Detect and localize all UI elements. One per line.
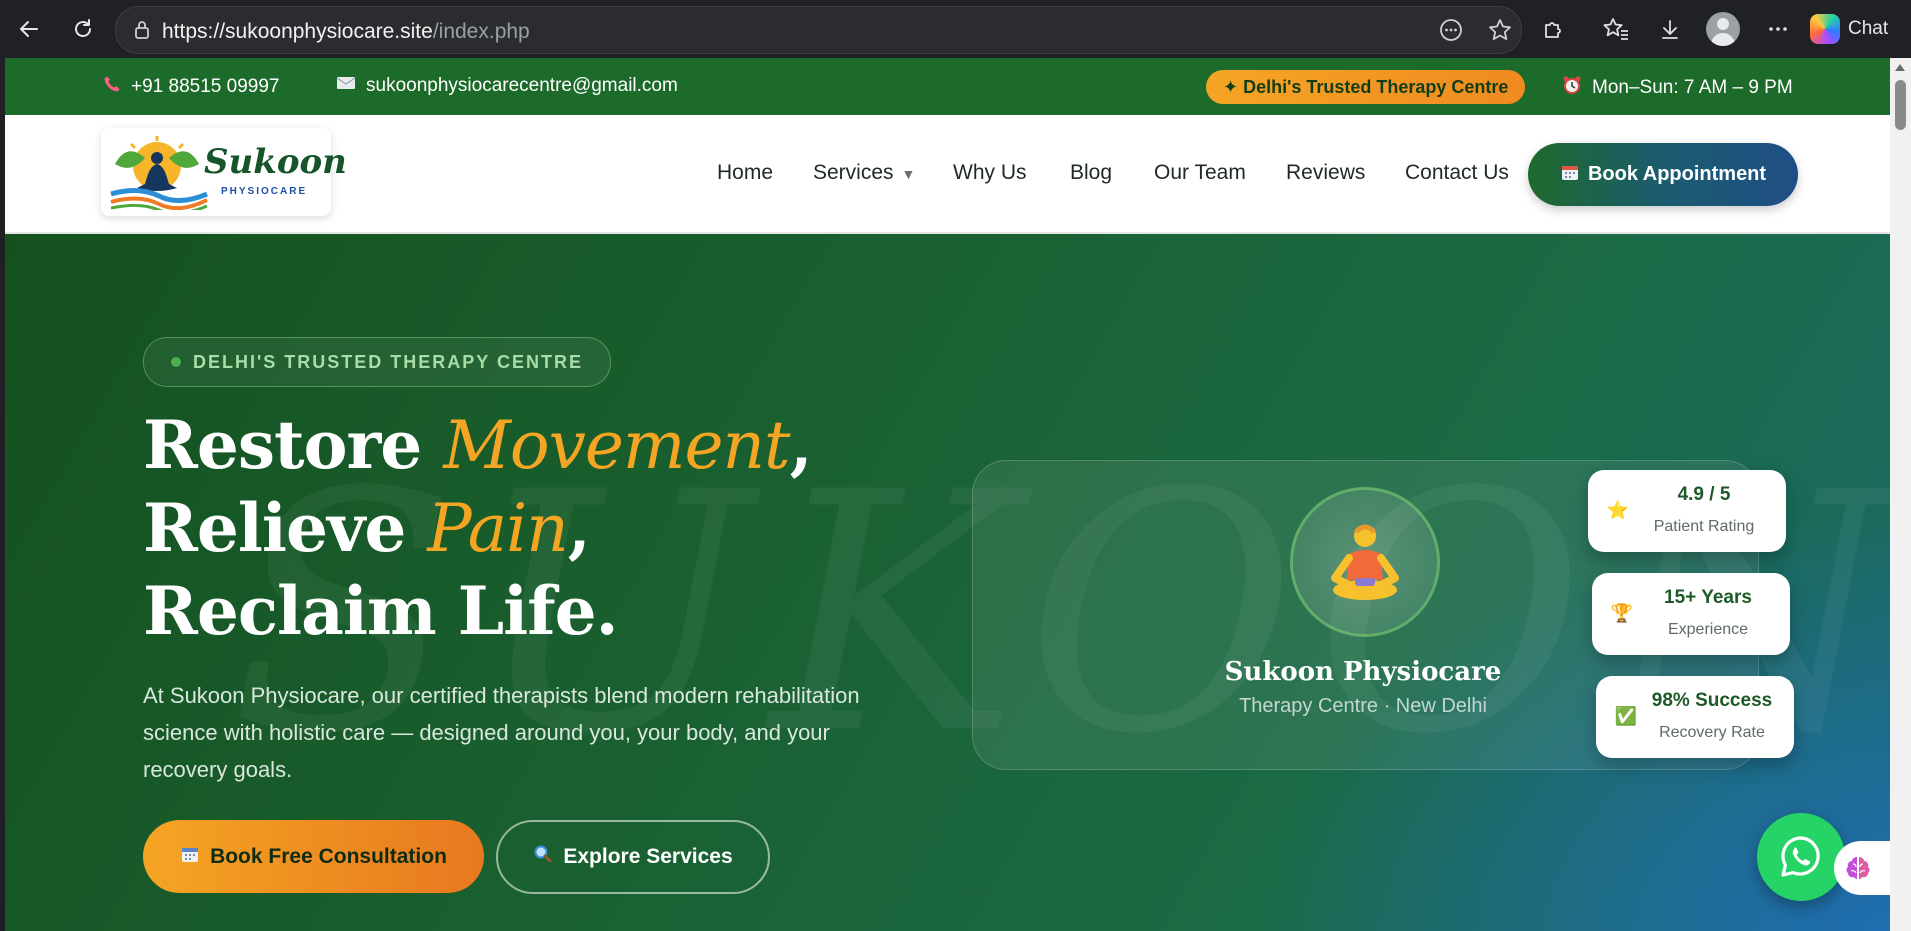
book-appointment-label: Book Appointment: [1587, 163, 1767, 185]
site-info-lock-icon[interactable]: [130, 18, 154, 42]
brain-icon: [1846, 857, 1870, 879]
scroll-up-arrow-icon[interactable]: [1895, 64, 1905, 71]
headline-text: Relieve: [143, 489, 428, 567]
back-arrow-icon[interactable]: [12, 12, 46, 46]
nav-blog[interactable]: Blog: [1070, 161, 1112, 185]
stat-card-experience: 🏆 15+ Years Experience: [1592, 573, 1790, 655]
favorite-star-icon[interactable]: [1485, 15, 1515, 45]
stat-value: 15+ Years: [1664, 587, 1752, 608]
hours-text: Mon–Sun: 7 AM – 9 PM: [1592, 77, 1793, 98]
whatsapp-chat-button[interactable]: [1757, 813, 1845, 901]
headline-comma: ,: [567, 489, 591, 567]
headline-line-2: Relieve Pain,: [143, 487, 812, 570]
hero-section: SUKOON DELHI'S TRUSTED THERAPY CENTRE Re…: [5, 234, 1890, 931]
favorites-list-icon[interactable]: [1599, 12, 1633, 46]
reload-icon[interactable]: [66, 12, 100, 46]
nav-our-team[interactable]: Our Team: [1154, 161, 1246, 185]
email-address: sukoonphysiocarecentre@gmail.com: [366, 75, 678, 96]
headline-line-1: Restore Movement,: [143, 404, 813, 487]
alarm-clock-icon: [1562, 75, 1582, 101]
chat-label: Chat: [1848, 18, 1889, 39]
magnifier-icon: [533, 844, 553, 870]
more-menu-icon[interactable]: [1761, 12, 1795, 46]
calendar-icon: [180, 844, 200, 870]
hero-eyebrow-badge: DELHI'S TRUSTED THERAPY CENTRE: [143, 337, 611, 387]
stat-value: 98% Success: [1651, 690, 1773, 711]
calendar-icon: [1560, 162, 1580, 188]
copilot-icon: [1810, 14, 1840, 44]
stat-card-success: ✅ 98% Success Recovery Rate: [1596, 676, 1794, 758]
trusted-badge: ✦ Delhi's Trusted Therapy Centre: [1206, 70, 1526, 104]
page-scrollbar[interactable]: [1890, 58, 1911, 931]
scrollbar-thumb[interactable]: [1895, 80, 1906, 130]
extensions-icon[interactable]: [1537, 12, 1571, 46]
whatsapp-icon: [1781, 836, 1820, 877]
top-info-bar: +91 88515 09997 sukoonphysiocarecentre@g…: [5, 58, 1890, 115]
stat-card-rating: ⭐ 4.9 / 5 Patient Rating: [1588, 470, 1786, 552]
browser-toolbar: https://sukoonphysiocare.site/index.php …: [0, 0, 1911, 58]
headline-text: Restore: [143, 406, 444, 484]
profile-avatar-icon[interactable]: [1706, 12, 1740, 46]
stat-value: 4.9 / 5: [1677, 484, 1731, 505]
headline-accent-pain: Pain: [427, 490, 568, 567]
ai-assistant-tab[interactable]: [1834, 841, 1890, 895]
hero-description: At Sukoon Physiocare, our certified ther…: [143, 683, 860, 782]
web-page: +91 88515 09997 sukoonphysiocarecentre@g…: [5, 58, 1890, 931]
nav-why-us[interactable]: Why Us: [953, 161, 1027, 185]
phone-contact[interactable]: +91 88515 09997: [103, 75, 279, 99]
nav-reviews[interactable]: Reviews: [1286, 161, 1365, 185]
person-in-lotus-position-icon: [1331, 524, 1399, 600]
explore-services-label: Explore Services: [563, 845, 733, 868]
email-icon: [336, 75, 356, 97]
stat-label: Patient Rating: [1653, 518, 1755, 535]
stat-label: Experience: [1667, 621, 1749, 638]
meditation-logo-icon: [110, 136, 208, 210]
check-mark-icon: ✅: [1614, 705, 1638, 726]
caret-down-icon: ▼: [901, 166, 916, 182]
status-dot-icon: [171, 357, 181, 367]
url-text: https://sukoonphysiocare.site/index.php: [162, 20, 530, 44]
explore-services-button[interactable]: Explore Services: [496, 820, 770, 894]
headline-comma: ,: [789, 406, 813, 484]
star-icon: ⭐: [1606, 499, 1630, 520]
email-contact[interactable]: sukoonphysiocarecentre@gmail.com: [336, 75, 678, 97]
hero-headline: Restore Movement, Relieve Pain, Reclaim …: [143, 404, 813, 653]
phone-number: +91 88515 09997: [131, 76, 280, 97]
eyebrow-text: DELHI'S TRUSTED THERAPY CENTRE: [193, 351, 583, 372]
nav-services-label: Services: [813, 161, 894, 184]
nav-services[interactable]: Services ▼: [813, 161, 915, 185]
phone-icon: [103, 75, 121, 99]
read-aloud-icon[interactable]: [1436, 15, 1466, 45]
downloads-icon[interactable]: [1653, 12, 1687, 46]
url-domain: https://sukoonphysiocare.site: [162, 20, 433, 43]
nav-contact-us[interactable]: Contact Us: [1405, 161, 1509, 185]
nav-home[interactable]: Home: [717, 161, 773, 185]
main-navbar: Sukoon PHYSIOCARE Home Services ▼ Why Us …: [5, 115, 1890, 234]
trophy-icon: 🏆: [1610, 602, 1634, 623]
opening-hours: Mon–Sun: 7 AM – 9 PM: [1562, 75, 1793, 101]
site-logo[interactable]: Sukoon PHYSIOCARE: [101, 128, 347, 216]
book-free-consultation-button[interactable]: Book Free Consultation: [143, 820, 484, 893]
book-free-consultation-label: Book Free Consultation: [210, 844, 447, 868]
logo-wordmark: Sukoon: [204, 142, 347, 182]
stat-label: Recovery Rate: [1659, 724, 1765, 741]
book-appointment-button[interactable]: Book Appointment: [1528, 143, 1798, 206]
headline-line-3: Reclaim Life.: [143, 572, 619, 650]
address-bar[interactable]: https://sukoonphysiocare.site/index.php: [115, 6, 1522, 54]
url-path: /index.php: [432, 20, 530, 43]
meditation-emoji-circle: [1290, 487, 1440, 637]
headline-accent-movement: Movement: [443, 407, 790, 484]
copilot-chat-button[interactable]: Chat: [1810, 10, 1888, 48]
logo-subtitle: PHYSIOCARE: [221, 186, 308, 197]
